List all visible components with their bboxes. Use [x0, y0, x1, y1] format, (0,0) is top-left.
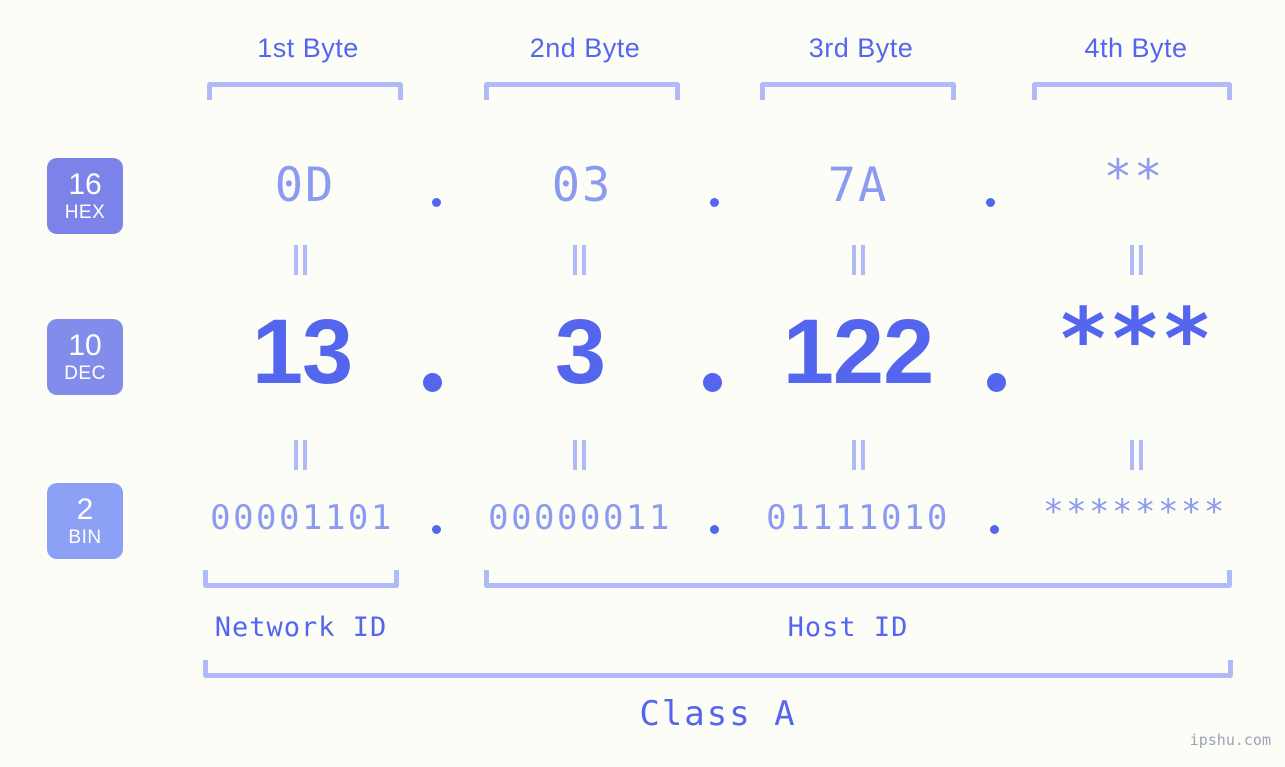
badge-bin: 2 BIN: [47, 483, 123, 559]
bin-separator-dot-1: [432, 525, 441, 534]
byte-header-1: 1st Byte: [257, 33, 359, 63]
bin-byte-1: 00001101: [210, 498, 394, 538]
hex-byte-3: 7A: [827, 158, 889, 213]
dec-byte-2: 3: [554, 301, 606, 403]
hex-byte-4: **: [1103, 150, 1165, 205]
host-id-bracket: [484, 570, 1232, 588]
badge-bin-number: 2: [76, 493, 94, 526]
equality-connector-hex-dec-4: [1129, 245, 1145, 275]
dec-separator-dot-2: [703, 373, 722, 392]
equality-connector-hex-dec-3: [851, 245, 867, 275]
byte-header-3: 3rd Byte: [808, 33, 914, 63]
class-bracket: [203, 660, 1233, 678]
badge-bin-system: BIN: [68, 527, 102, 548]
badge-dec: 10 DEC: [47, 319, 123, 395]
equality-connector-dec-bin-1: [293, 440, 309, 470]
hex-separator-dot-2: [710, 198, 719, 207]
dec-byte-3: 122: [782, 301, 935, 403]
badge-hex: 16 HEX: [47, 158, 123, 234]
byte-bracket-top-3: [760, 82, 956, 100]
hex-separator-dot-1: [432, 198, 441, 207]
byte-bracket-top-4: [1032, 82, 1232, 100]
equality-connector-dec-bin-4: [1129, 440, 1145, 470]
badge-dec-system: DEC: [64, 363, 106, 384]
equality-connector-hex-dec-1: [293, 245, 309, 275]
hex-byte-1: 0D: [274, 158, 336, 213]
hex-byte-2: 03: [551, 158, 613, 213]
equality-connector-dec-bin-3: [851, 440, 867, 470]
badge-hex-number: 16: [68, 168, 102, 201]
badge-dec-number: 10: [68, 329, 102, 362]
badge-hex-system: HEX: [64, 202, 106, 223]
network-id-bracket: [203, 570, 399, 588]
bin-byte-3: 01111010: [766, 498, 950, 538]
network-id-label: Network ID: [214, 612, 388, 643]
byte-header-2: 2nd Byte: [529, 33, 641, 63]
site-watermark: ipshu.com: [1189, 731, 1271, 749]
dec-byte-1: 13: [251, 301, 353, 403]
byte-bracket-top-1: [207, 82, 403, 100]
hex-separator-dot-3: [986, 198, 995, 207]
dec-separator-dot-1: [423, 373, 442, 392]
byte-bracket-top-2: [484, 82, 680, 100]
byte-header-4: 4th Byte: [1084, 33, 1188, 63]
host-id-label: Host ID: [787, 612, 909, 643]
dec-separator-dot-3: [987, 373, 1006, 392]
ip-address-breakdown-diagram: 1st Byte 2nd Byte 3rd Byte 4th Byte 16 H…: [0, 0, 1285, 767]
bin-byte-2: 00000011: [488, 498, 672, 538]
bin-separator-dot-2: [710, 525, 719, 534]
dec-byte-4: ***: [1057, 290, 1213, 390]
bin-separator-dot-3: [990, 525, 999, 534]
bin-byte-4: ********: [1043, 492, 1227, 532]
class-label: Class A: [639, 694, 797, 734]
equality-connector-hex-dec-2: [572, 245, 588, 275]
equality-connector-dec-bin-2: [572, 440, 588, 470]
